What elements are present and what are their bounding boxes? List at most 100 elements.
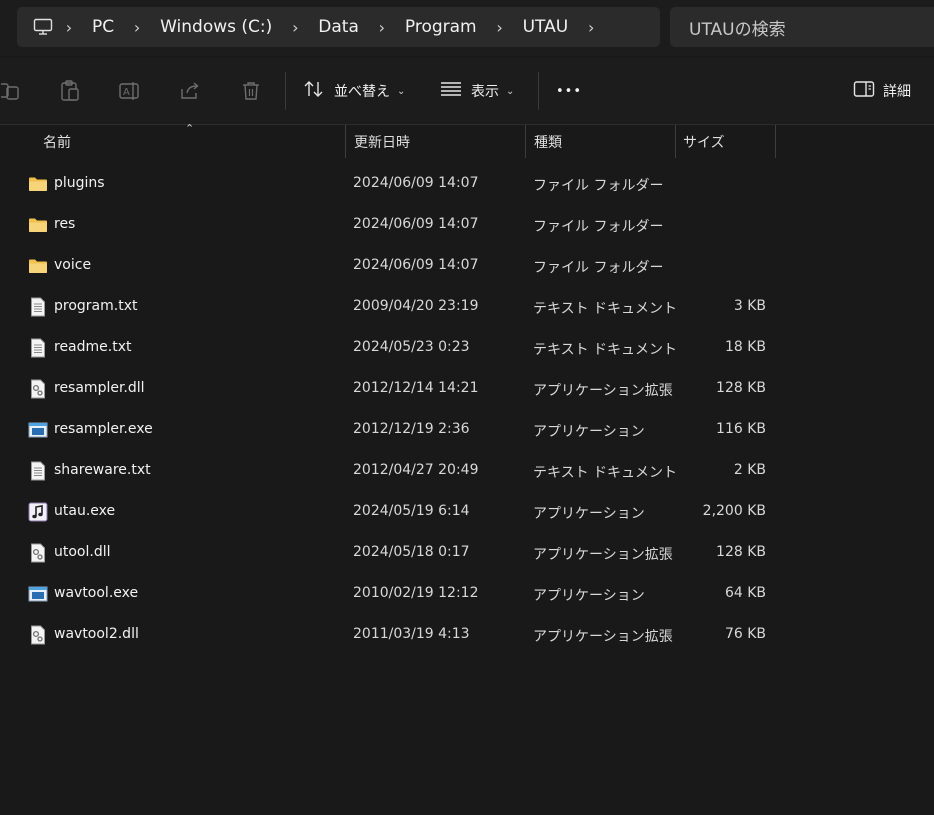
chevron-down-icon: ⌄	[397, 85, 406, 97]
toolbar-divider	[285, 72, 286, 110]
file-modified: 2024/05/19 6:14	[353, 503, 470, 519]
trash-icon[interactable]	[240, 80, 262, 102]
file-list: plugins 2024/06/09 14:07 ファイル フォルダー res 2024…	[0, 164, 934, 656]
file-name: readme.txt	[54, 339, 132, 355]
file-modified: 2024/06/09 14:07	[353, 216, 479, 232]
file-size: 116 KB	[716, 421, 766, 437]
column-header-type-label: 種類	[534, 134, 562, 151]
file-type: テキスト ドキュメント	[533, 301, 678, 317]
computer-icon[interactable]	[32, 16, 54, 38]
column-header-type[interactable]: 種類	[534, 125, 674, 158]
breadcrumb-windows-c[interactable]: Windows (C:)	[152, 17, 280, 37]
file-name: wavtool.exe	[54, 585, 139, 601]
address-bar-row: › PC › Windows (C:) › Data › Program › U…	[0, 0, 934, 56]
chevron-right-icon[interactable]: ›	[367, 18, 397, 37]
sort-label: 並べ替え	[334, 84, 390, 100]
more-options-label: •••	[556, 83, 583, 99]
file-size: 128 KB	[716, 380, 766, 396]
paste-icon[interactable]	[59, 80, 81, 102]
file-size: 18 KB	[724, 339, 766, 355]
file-size: 64 KB	[724, 585, 766, 601]
file-modified: 2024/05/23 0:23	[353, 339, 470, 355]
file-name: utau.exe	[54, 503, 116, 519]
search-placeholder: UTAUの検索	[689, 19, 786, 40]
column-header-modified[interactable]: 更新日時	[354, 125, 524, 158]
sort-button[interactable]: 並べ替え ⌄	[303, 76, 405, 106]
column-separator[interactable]	[775, 125, 776, 158]
chevron-down-icon: ⌄	[506, 85, 515, 97]
text-file-icon	[28, 297, 48, 317]
file-type: アプリケーション拡張	[533, 547, 673, 563]
file-name: voice	[54, 257, 92, 273]
text-file-icon	[28, 461, 48, 481]
chevron-right-icon[interactable]: ›	[576, 18, 606, 37]
column-separator[interactable]	[675, 125, 676, 158]
file-name: utool.dll	[54, 544, 111, 560]
breadcrumb-pc[interactable]: PC	[84, 17, 122, 37]
file-size: 2 KB	[733, 462, 766, 478]
column-header-name[interactable]: 名前	[43, 125, 343, 158]
column-header-modified-label: 更新日時	[354, 134, 410, 151]
chevron-right-icon[interactable]: ›	[485, 18, 515, 37]
details-label: 詳細	[883, 84, 911, 100]
address-bar[interactable]: › PC › Windows (C:) › Data › Program › U…	[17, 7, 660, 47]
file-type: アプリケーション	[533, 506, 645, 522]
rename-icon[interactable]: A	[119, 80, 141, 102]
file-modified: 2024/06/09 14:07	[353, 175, 479, 191]
column-separator[interactable]	[345, 125, 346, 158]
breadcrumb-program[interactable]: Program	[397, 17, 485, 37]
view-button[interactable]: 表示 ⌄	[440, 76, 514, 106]
file-type: テキスト ドキュメント	[533, 342, 678, 358]
file-modified: 2024/06/09 14:07	[353, 257, 479, 273]
file-row[interactable]: readme.txt 2024/05/23 0:23 テキスト ドキュメント 18 K…	[0, 328, 934, 369]
column-header-row: ⌃ 名前 更新日時 種類 サイズ	[0, 122, 934, 158]
details-pane-button[interactable]: 詳細	[853, 76, 911, 106]
file-row[interactable]: resampler.exe 2012/12/19 2:36 アプリケーション 116 …	[0, 410, 934, 451]
file-type: アプリケーション拡張	[533, 629, 673, 645]
file-row[interactable]: shareware.txt 2012/04/27 20:49 テキスト ドキュメント…	[0, 451, 934, 492]
file-row[interactable]: res 2024/06/09 14:07 ファイル フォルダー	[0, 205, 934, 246]
file-type: アプリケーション拡張	[533, 383, 673, 399]
share-icon[interactable]	[179, 80, 201, 102]
file-name: program.txt	[54, 298, 138, 314]
file-row[interactable]: resampler.dll 2012/12/14 14:21 アプリケーション拡張 1…	[0, 369, 934, 410]
folder-icon	[28, 215, 48, 235]
column-separator[interactable]	[525, 125, 526, 158]
toolbar-divider	[538, 72, 539, 110]
file-size: 128 KB	[716, 544, 766, 560]
file-row[interactable]: voice 2024/06/09 14:07 ファイル フォルダー	[0, 246, 934, 287]
file-name: plugins	[54, 175, 105, 191]
copy-icon[interactable]	[0, 80, 22, 102]
file-name: resampler.exe	[54, 421, 153, 437]
folder-icon	[28, 174, 48, 194]
chevron-right-icon[interactable]: ›	[54, 18, 84, 37]
sort-icon	[303, 79, 325, 103]
column-header-size[interactable]: サイズ	[683, 125, 773, 158]
dll-file-icon	[28, 379, 48, 399]
file-row[interactable]: utau.exe 2024/05/19 6:14 アプリケーション 2,200 KB	[0, 492, 934, 533]
file-size: 76 KB	[724, 626, 766, 642]
file-name: resampler.dll	[54, 380, 145, 396]
details-pane-icon	[853, 80, 875, 102]
file-modified: 2009/04/20 23:19	[353, 298, 479, 314]
exe-window-icon	[28, 420, 48, 440]
search-input[interactable]: UTAUの検索	[670, 7, 934, 47]
file-size: 2,200 KB	[702, 503, 766, 519]
column-header-name-label: 名前	[43, 134, 71, 151]
file-row[interactable]: wavtool.exe 2010/02/19 12:12 アプリケーション 64 KB	[0, 574, 934, 615]
more-options-button[interactable]: •••	[556, 76, 582, 106]
file-row[interactable]: utool.dll 2024/05/18 0:17 アプリケーション拡張 128 KB	[0, 533, 934, 574]
chevron-right-icon[interactable]: ›	[122, 18, 152, 37]
dll-file-icon	[28, 543, 48, 563]
chevron-right-icon[interactable]: ›	[280, 18, 310, 37]
command-bar: A 並べ替え ⌄ 表示 ⌄ ••• 詳細	[0, 58, 934, 125]
svg-text:A: A	[123, 87, 130, 98]
breadcrumb-data[interactable]: Data	[310, 17, 367, 37]
file-row[interactable]: wavtool2.dll 2011/03/19 4:13 アプリケーション拡張 76 …	[0, 615, 934, 656]
folder-icon	[28, 256, 48, 276]
file-row[interactable]: plugins 2024/06/09 14:07 ファイル フォルダー	[0, 164, 934, 205]
breadcrumb-utau[interactable]: UTAU	[515, 17, 577, 37]
file-modified: 2012/12/19 2:36	[353, 421, 470, 437]
dll-file-icon	[28, 625, 48, 645]
file-row[interactable]: program.txt 2009/04/20 23:19 テキスト ドキュメント 3 …	[0, 287, 934, 328]
